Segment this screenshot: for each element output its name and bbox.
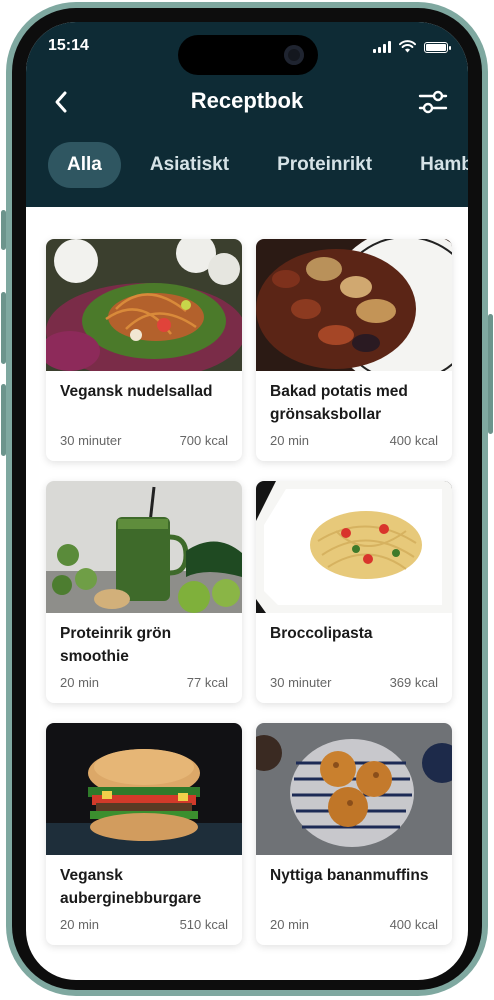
recipe-title: Nyttiga bananmuffins xyxy=(270,867,429,884)
recipe-time: 20 min xyxy=(60,917,100,932)
tab-hamburgare[interactable]: Hamburgare xyxy=(401,142,468,188)
recipe-kcal: 510 kcal xyxy=(179,917,228,932)
cellular-signal-icon xyxy=(373,41,391,53)
recipe-kcal: 77 kcal xyxy=(186,675,228,690)
power-button xyxy=(488,314,493,434)
recipe-title: Broccolipasta xyxy=(270,625,373,642)
recipe-title: Vegansk auberginebburgare xyxy=(60,867,202,907)
recipe-card[interactable]: Proteinrik grön smoothie 20 min 77 kcal xyxy=(46,481,242,703)
burger-photo xyxy=(46,723,242,855)
recipe-card[interactable]: Bakad potatis med grönsaksbollar 20 min … xyxy=(256,239,452,461)
volume-up-button xyxy=(1,292,6,364)
category-tabs: Alla Asiatiskt Proteinrikt Hamburgare xyxy=(48,142,468,190)
recipe-kcal: 400 kcal xyxy=(389,433,438,448)
roasted-potatoes-photo xyxy=(256,239,452,389)
recipe-kcal: 400 kcal xyxy=(389,917,438,932)
sliders-icon[interactable] xyxy=(418,89,448,115)
wifi-icon xyxy=(399,40,416,53)
recipe-title: Proteinrik grön smoothie xyxy=(60,625,172,665)
muffins-photo xyxy=(256,723,452,855)
front-camera xyxy=(284,45,304,65)
dynamic-island xyxy=(178,35,318,75)
green-smoothie-photo xyxy=(46,481,242,613)
mute-switch xyxy=(1,210,6,250)
tab-proteinrikt[interactable]: Proteinrikt xyxy=(258,142,391,188)
recipe-card[interactable]: Broccolipasta 30 minuter 369 kcal xyxy=(256,481,452,703)
status-icons xyxy=(373,40,451,53)
app-screen: 15:14 Receptbok Alla Asiatiskt Proteinri… xyxy=(26,22,468,980)
recipe-grid: Vegansk nudelsallad 30 minuter 700 kcal … xyxy=(46,239,452,945)
noodle-salad-photo xyxy=(46,239,242,379)
recipe-card[interactable]: Vegansk auberginebburgare 20 min 510 kca… xyxy=(46,723,242,945)
volume-down-button xyxy=(1,384,6,456)
pasta-photo xyxy=(256,481,452,613)
recipe-kcal: 700 kcal xyxy=(179,433,228,448)
recipe-time: 20 min xyxy=(270,433,310,448)
app-header: 15:14 Receptbok Alla Asiatiskt Proteinri… xyxy=(26,22,468,207)
recipe-kcal: 369 kcal xyxy=(389,675,438,690)
battery-icon xyxy=(424,42,451,53)
recipe-title: Bakad potatis med grönsaksbollar xyxy=(270,383,408,423)
recipe-card[interactable]: Vegansk nudelsallad 30 minuter 700 kcal xyxy=(46,239,242,461)
recipe-time: 20 min xyxy=(60,675,100,690)
recipe-time: 20 min xyxy=(270,917,310,932)
status-time: 15:14 xyxy=(48,37,89,54)
recipe-time: 30 minuter xyxy=(270,675,332,690)
recipe-card[interactable]: Nyttiga bananmuffins 20 min 400 kcal xyxy=(256,723,452,945)
page-title: Receptbok xyxy=(190,88,304,113)
recipe-time: 30 minuter xyxy=(60,433,122,448)
tab-alla[interactable]: Alla xyxy=(48,142,121,188)
tab-asiatiskt[interactable]: Asiatiskt xyxy=(131,142,248,188)
recipe-title: Vegansk nudelsallad xyxy=(60,383,213,400)
